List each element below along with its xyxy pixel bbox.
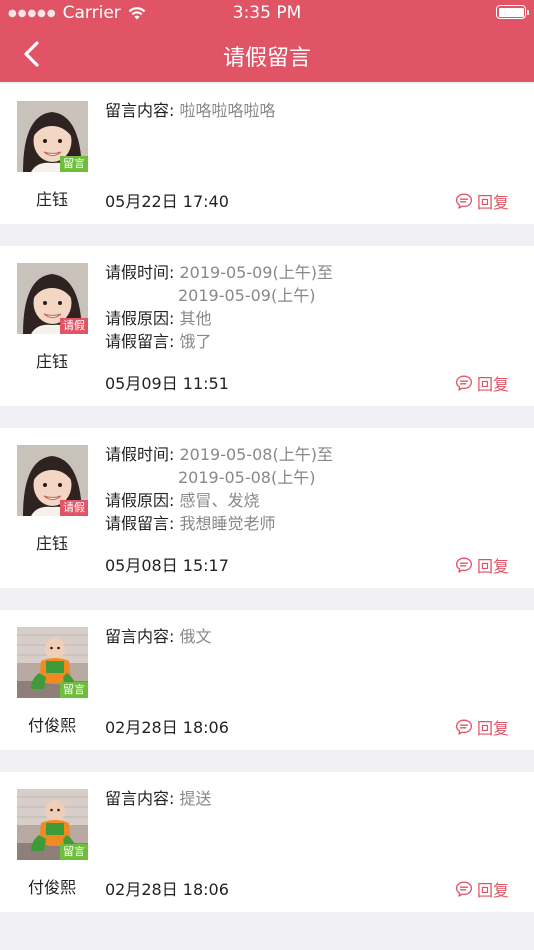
- avatar[interactable]: 留言: [17, 101, 88, 172]
- page-title: 请假留言: [222, 46, 311, 71]
- message-content: 提送: [179, 789, 212, 808]
- reply-button[interactable]: 回复: [455, 189, 509, 213]
- app-header: ●●●●● Carrier 3:35 PM 请假留言: [0, 0, 534, 82]
- reply-icon: [455, 718, 473, 736]
- avatar[interactable]: 请假: [17, 263, 88, 334]
- leave-time-to: 2019-05-08(上午): [178, 468, 316, 487]
- card-content: 请假时间: 2019-05-08(上午)至 2019-05-08(上午) 请假原…: [105, 443, 333, 535]
- timestamp: 05月08日 15:17: [105, 556, 229, 575]
- leave-time-from: 2019-05-09(上午)至: [179, 263, 333, 282]
- leave-reason: 感冒、发烧: [179, 491, 260, 510]
- message-tag: 留言: [60, 156, 88, 172]
- message-tag: 留言: [60, 844, 88, 860]
- reply-button[interactable]: 回复: [455, 715, 509, 739]
- avatar[interactable]: 请假: [17, 445, 88, 516]
- leave-note-label: 请假留言:: [105, 332, 175, 351]
- student-name: 付俊熙: [27, 878, 76, 897]
- timestamp: 05月09日 11:51: [105, 374, 229, 393]
- avatar[interactable]: 留言: [17, 789, 88, 860]
- card-content: 留言内容: 提送: [105, 787, 212, 810]
- content-label: 留言内容:: [105, 101, 175, 120]
- reply-button[interactable]: 回复: [455, 371, 509, 395]
- message-content: 啦咯啦咯啦咯: [179, 101, 276, 120]
- leave-time-label: 请假时间:: [105, 263, 175, 282]
- leave-reason-label: 请假原因:: [105, 309, 175, 328]
- reply-label: 回复: [476, 881, 509, 900]
- content-label: 留言内容:: [105, 627, 175, 646]
- leave-time-to: 2019-05-09(上午): [178, 286, 316, 305]
- timestamp: 02月28日 18:06: [105, 718, 229, 737]
- student-name: 庄钰: [35, 352, 68, 371]
- leave-time-from: 2019-05-08(上午)至: [179, 445, 333, 464]
- message-card: 留言 付俊熙 留言内容: 俄文 02月28日 18:06 回复: [0, 610, 534, 750]
- reply-button[interactable]: 回复: [455, 553, 509, 577]
- reply-label: 回复: [476, 375, 509, 394]
- leave-card: 请假 庄钰 请假时间: 2019-05-08(上午)至 2019-05-08(上…: [0, 428, 534, 588]
- reply-icon: [455, 374, 473, 392]
- leave-time-label: 请假时间:: [105, 445, 175, 464]
- card-content: 留言内容: 俄文: [105, 625, 212, 648]
- card-content: 请假时间: 2019-05-09(上午)至 2019-05-09(上午) 请假原…: [105, 261, 333, 353]
- leave-reason: 其他: [179, 309, 212, 328]
- leave-tag: 请假: [60, 318, 88, 334]
- status-bar: ●●●●● Carrier 3:35 PM: [0, 0, 534, 26]
- reply-label: 回复: [476, 557, 509, 576]
- card-content: 留言内容: 啦咯啦咯啦咯: [105, 99, 276, 122]
- timestamp: 05月22日 17:40: [105, 192, 229, 211]
- nav-bar: 请假留言: [0, 26, 534, 82]
- student-name: 付俊熙: [27, 716, 76, 735]
- reply-label: 回复: [476, 719, 509, 738]
- leave-tag: 请假: [60, 500, 88, 516]
- reply-label: 回复: [476, 193, 509, 212]
- reply-icon: [455, 556, 473, 574]
- message-card: 留言 庄钰 留言内容: 啦咯啦咯啦咯 05月22日 17:40 回复: [0, 84, 534, 224]
- leave-note: 我想睡觉老师: [179, 514, 276, 533]
- avatar[interactable]: 留言: [17, 627, 88, 698]
- status-time: 3:35 PM: [232, 3, 302, 23]
- timestamp: 02月28日 18:06: [105, 880, 229, 899]
- reply-button[interactable]: 回复: [455, 877, 509, 901]
- message-content: 俄文: [179, 627, 212, 646]
- leave-card: 请假 庄钰 请假时间: 2019-05-09(上午)至 2019-05-09(上…: [0, 246, 534, 406]
- message-tag: 留言: [60, 682, 88, 698]
- reply-icon: [455, 192, 473, 210]
- student-name: 庄钰: [35, 190, 68, 209]
- battery-icon: [496, 5, 529, 19]
- message-card: 留言 付俊熙 留言内容: 提送 02月28日 18:06 回复: [0, 772, 534, 912]
- student-name: 庄钰: [35, 534, 68, 553]
- leave-reason-label: 请假原因:: [105, 491, 175, 510]
- content-label: 留言内容:: [105, 789, 175, 808]
- leave-note: 饿了: [179, 332, 212, 351]
- leave-note-label: 请假留言:: [105, 514, 175, 533]
- reply-icon: [455, 880, 473, 898]
